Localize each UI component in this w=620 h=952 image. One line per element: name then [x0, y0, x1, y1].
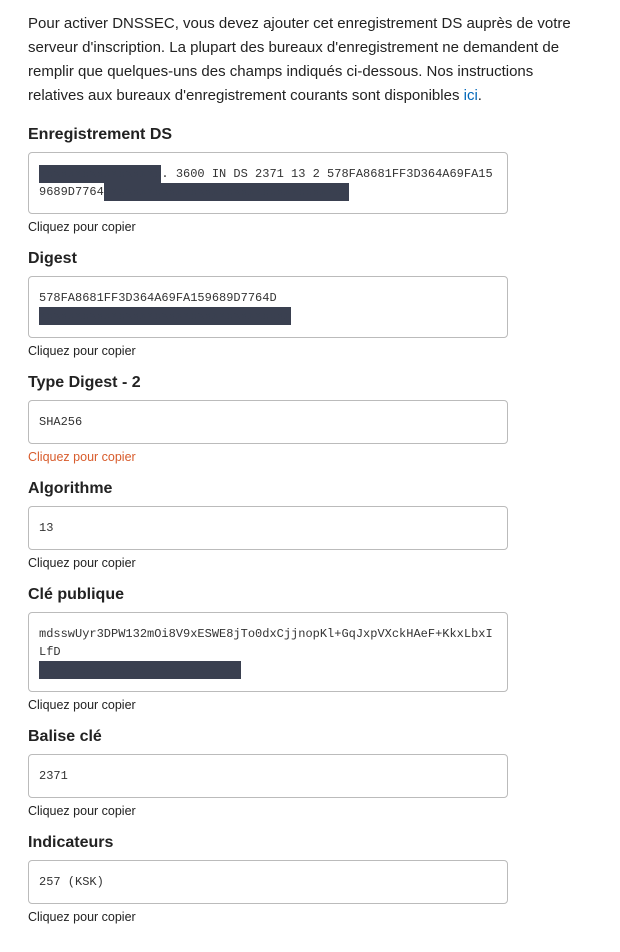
redacted-segment: xxxxxxxxxxxxxxxxxxxxxxxxxxxx [39, 661, 241, 679]
code-box-key-tag[interactable]: 2371 [28, 754, 508, 798]
copy-hint: Cliquez pour copier [28, 804, 592, 818]
intro-text-after: . [478, 87, 482, 104]
field-label-public-key: Clé publique [28, 586, 592, 604]
copy-hint-active: Cliquez pour copier [28, 450, 592, 464]
field-label-key-tag: Balise clé [28, 728, 592, 746]
copy-hint: Cliquez pour copier [28, 910, 592, 924]
code-box-public-key[interactable]: mdsswUyr3DPW132mOi8V9xESWE8jTo0dxCjjnopK… [28, 612, 508, 692]
field-digest-type: Type Digest - 2 SHA256 Cliquez pour copi… [28, 374, 592, 464]
instructions-link[interactable]: ici [464, 87, 478, 104]
field-label-algorithm: Algorithme [28, 480, 592, 498]
code-box-digest-type[interactable]: SHA256 [28, 400, 508, 444]
field-label-digest-type: Type Digest - 2 [28, 374, 592, 392]
code-box-flags[interactable]: 257 (KSK) [28, 860, 508, 904]
digest-value-part: 578FA8681FF3D364A69FA159689D7764D [39, 291, 277, 305]
redacted-segment: xxxxxxxxxxxxxxxxxxxxxxxxxxxxxxxxxxx [39, 307, 291, 325]
copy-hint: Cliquez pour copier [28, 556, 592, 570]
field-label-ds-record: Enregistrement DS [28, 126, 592, 144]
intro-text: Pour activer DNSSEC, vous devez ajouter … [28, 12, 592, 108]
field-label-digest: Digest [28, 250, 592, 268]
code-box-ds-record[interactable]: xxxxxxxxxxxxxxxxx. 3600 IN DS 2371 13 2 … [28, 152, 508, 214]
intro-text-before: Pour activer DNSSEC, vous devez ajouter … [28, 15, 571, 104]
redacted-segment: Dxxxxxxxxxxxxxxxxxxxxxxxxxxxxxxxxx [104, 183, 349, 201]
field-flags: Indicateurs 257 (KSK) Cliquez pour copie… [28, 834, 592, 924]
field-public-key: Clé publique mdsswUyr3DPW132mOi8V9xESWE8… [28, 586, 592, 712]
code-box-digest[interactable]: 578FA8681FF3D364A69FA159689D7764D xxxxxxx… [28, 276, 508, 338]
copy-hint: Cliquez pour copier [28, 220, 592, 234]
copy-hint: Cliquez pour copier [28, 344, 592, 358]
code-box-algorithm[interactable]: 13 [28, 506, 508, 550]
field-algorithm: Algorithme 13 Cliquez pour copier [28, 480, 592, 570]
redacted-segment: xxxxxxxxxxxxxxxxx [39, 165, 161, 183]
copy-hint: Cliquez pour copier [28, 698, 592, 712]
field-label-flags: Indicateurs [28, 834, 592, 852]
field-key-tag: Balise clé 2371 Cliquez pour copier [28, 728, 592, 818]
public-key-value-part: mdsswUyr3DPW132mOi8V9xESWE8jTo0dxCjjnopK… [39, 627, 493, 659]
field-digest: Digest 578FA8681FF3D364A69FA159689D7764D… [28, 250, 592, 358]
field-ds-record: Enregistrement DS xxxxxxxxxxxxxxxxx. 360… [28, 126, 592, 234]
